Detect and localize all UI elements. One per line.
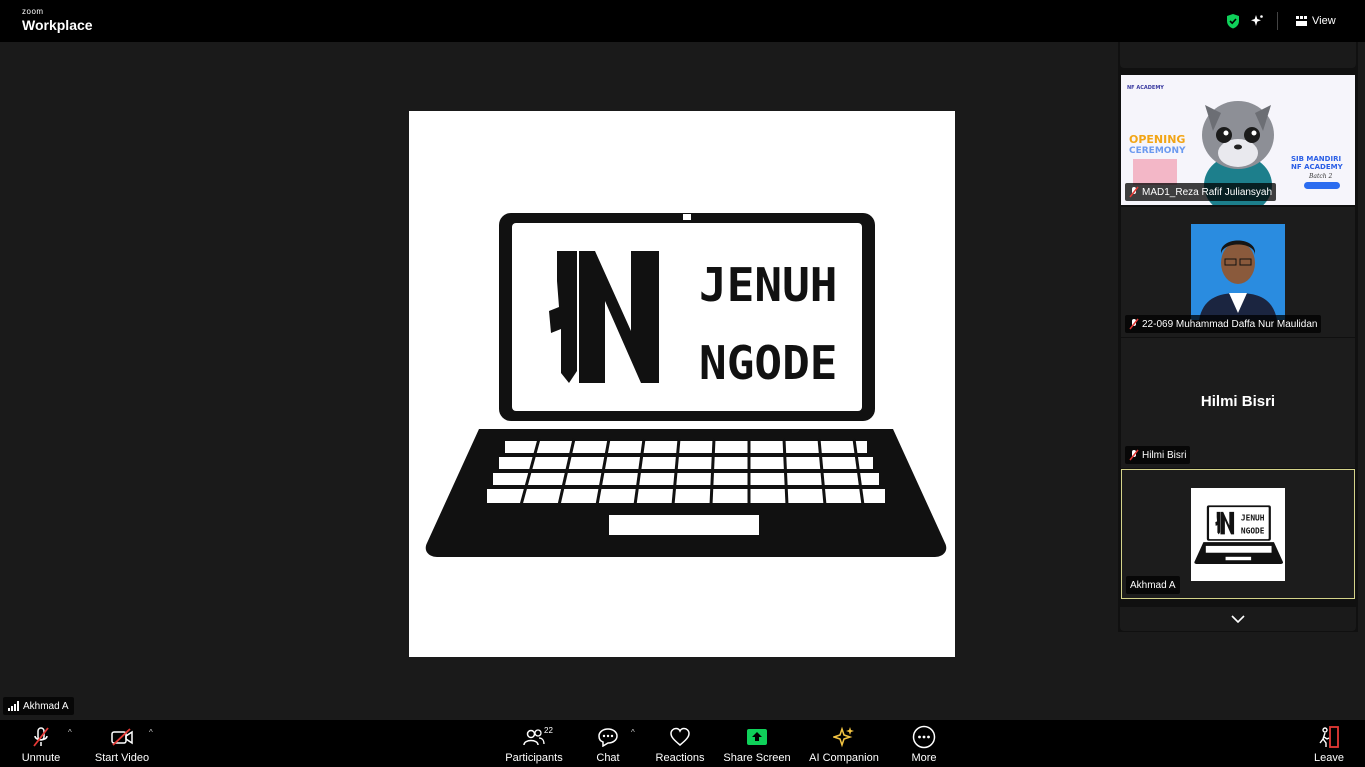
ai-sparkle-icon[interactable]	[1249, 13, 1265, 29]
muted-microphone-icon	[33, 727, 49, 747]
more-button[interactable]: More	[910, 724, 938, 764]
more-dots-icon	[912, 725, 936, 749]
app-logo: zoom Workplace	[22, 7, 93, 33]
tile-1-top-text: NF ACADEMY	[1127, 85, 1164, 91]
audio-options-caret[interactable]: ^	[68, 728, 72, 737]
muted-mic-icon	[1129, 186, 1139, 198]
self-name: Akhmad A	[23, 700, 69, 712]
video-options-caret[interactable]: ^	[149, 728, 153, 737]
participants-panel: NF ACADEMY OPENING CEREMONY SIB MANDIRI …	[1118, 42, 1358, 632]
share-screen-icon	[747, 729, 767, 745]
leave-door-icon	[1319, 726, 1339, 748]
laptop-logo-graphic: JENUH NGODE	[425, 213, 947, 557]
view-label: View	[1312, 15, 1336, 27]
meeting-toolbar: Unmute ^ Start Video ^ 22 Participants C…	[0, 720, 1365, 767]
unmute-button[interactable]: Unmute	[20, 724, 62, 764]
view-button[interactable]: View	[1296, 12, 1336, 30]
participant-tile-1[interactable]: NF ACADEMY OPENING CEREMONY SIB MANDIRI …	[1121, 75, 1355, 205]
brand-small: zoom	[22, 7, 44, 16]
panel-top-bar	[1120, 42, 1356, 68]
participant-display-name: Hilmi Bisri	[1200, 393, 1276, 410]
participant-name-tag: 22-069 Muhammad Daffa Nur Maulidan	[1125, 315, 1322, 333]
signal-icon	[8, 701, 19, 711]
participant-name-tag: Akhmad A	[1126, 576, 1180, 594]
ai-companion-icon	[833, 726, 854, 748]
panel-scroll-down-button[interactable]	[1120, 607, 1356, 631]
participant-name-tag: Hilmi Bisri	[1125, 446, 1191, 464]
participant-tile-3[interactable]: Hilmi Bisri Hilmi Bisri	[1121, 338, 1355, 468]
leave-button[interactable]: Leave	[1314, 724, 1344, 764]
video-off-icon	[111, 728, 133, 746]
title-bar: zoom Workplace View	[0, 0, 1365, 42]
tile-1-text4: NF ACADEMY	[1291, 163, 1344, 171]
heart-icon	[670, 727, 690, 746]
brand-big: Workplace	[22, 17, 93, 33]
muted-mic-icon	[1129, 318, 1139, 330]
chat-options-caret[interactable]: ^	[631, 728, 635, 737]
participant-name: Akhmad A	[1130, 579, 1176, 591]
participant-tile-4[interactable]: JENUH NGODE Akhmad A	[1121, 469, 1355, 599]
logo-text-line2: NGODE	[699, 336, 837, 390]
main-stage: JENUH NGODE	[0, 42, 1118, 720]
security-shield-icon[interactable]	[1225, 13, 1241, 29]
chat-button[interactable]: Chat	[596, 724, 620, 764]
ai-companion-button[interactable]: AI Companion	[808, 724, 880, 764]
mini-logo-text1: JENUH	[1241, 513, 1265, 522]
self-name-label: Akhmad A	[3, 697, 74, 715]
participant-tile-4-image: JENUH NGODE	[1191, 488, 1285, 581]
reactions-label: Reactions	[655, 752, 705, 764]
participant-name: Hilmi Bisri	[1142, 449, 1187, 461]
grid-view-icon	[1296, 16, 1307, 26]
leave-label: Leave	[1314, 752, 1344, 764]
chevron-down-icon	[1231, 615, 1245, 623]
tile-1-text5: Batch 2	[1308, 173, 1333, 180]
tile-1-text1: OPENING	[1129, 133, 1185, 146]
more-label: More	[911, 752, 937, 764]
title-separator	[1277, 12, 1278, 30]
participants-button[interactable]: 22 Participants	[505, 724, 563, 764]
chat-icon	[598, 728, 618, 747]
unmute-label: Unmute	[21, 752, 61, 764]
logo-text-line1: JENUH	[699, 258, 837, 312]
participant-tile-2[interactable]: 22-069 Muhammad Daffa Nur Maulidan	[1121, 207, 1355, 337]
participant-name-tag: MAD1_Reza Rafif Juliansyah	[1125, 183, 1277, 201]
participant-name: MAD1_Reza Rafif Juliansyah	[1142, 186, 1273, 198]
tile-1-text3: SIB MANDIRI	[1291, 155, 1341, 163]
chat-label: Chat	[596, 752, 620, 764]
participants-icon	[523, 729, 545, 746]
muted-mic-icon	[1129, 449, 1139, 461]
start-video-button[interactable]: Start Video	[94, 724, 150, 764]
participant-name: 22-069 Muhammad Daffa Nur Maulidan	[1142, 318, 1318, 330]
shared-logo-image: JENUH NGODE	[409, 111, 955, 657]
start-video-label: Start Video	[94, 752, 150, 764]
participants-label: Participants	[505, 752, 563, 764]
share-screen-label: Share Screen	[723, 752, 791, 764]
mini-logo-text2: NGODE	[1241, 527, 1265, 536]
share-screen-button[interactable]: Share Screen	[723, 724, 791, 764]
reactions-button[interactable]: Reactions	[655, 724, 705, 764]
participants-count: 22	[544, 726, 553, 735]
tile-1-text2: CEREMONY	[1129, 146, 1186, 156]
ai-companion-label: AI Companion	[809, 752, 879, 764]
